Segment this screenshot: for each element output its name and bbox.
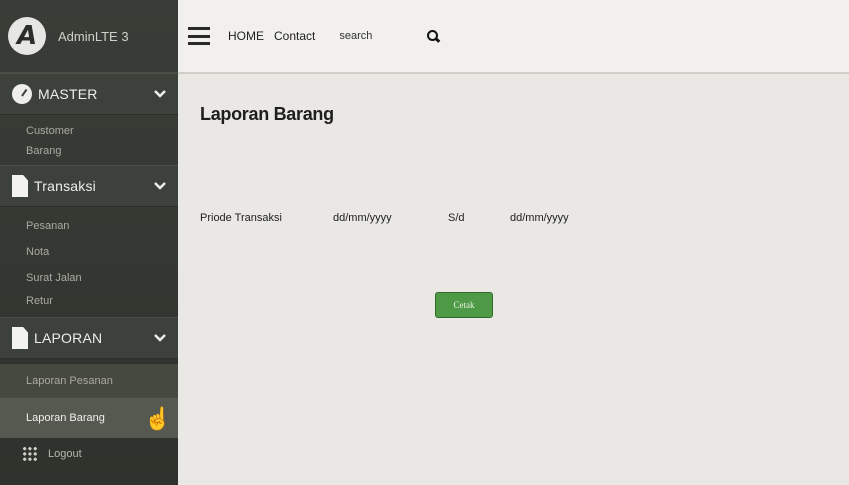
period-label: Priode Transaksi [200,212,282,224]
menu-toggle-icon[interactable] [188,27,210,45]
nav-link-home[interactable]: HOME [228,29,264,43]
search-input[interactable] [339,30,410,42]
dashboard-icon [12,84,32,104]
chevron-down-icon [154,182,166,190]
main-content: Laporan Barang Priode Transaksi dd/mm/yy… [178,74,849,485]
chevron-down-icon [154,90,166,98]
hand-cursor-icon: ☝ [144,406,172,431]
date-from-field[interactable]: dd/mm/yyyy [333,212,392,224]
sidebar-item-surat-jalan[interactable]: Surat Jalan [0,265,178,291]
brand[interactable]: A AdminLTE 3 [0,0,178,73]
page-title: Laporan Barang [200,104,334,124]
sidebar-item-label: Laporan Barang [26,412,105,424]
sidebar-item-pesanan[interactable]: Pesanan [0,213,178,239]
sidebar-section-label: Transaksi [34,178,96,194]
sidebar-section-label: MASTER [38,86,98,102]
document-icon [12,327,28,349]
sidebar-item-retur[interactable]: Retur [0,291,178,311]
sidebar-item-laporan-barang[interactable]: Laporan Barang ☝ [0,398,178,438]
range-separator: S/d [448,212,465,224]
sidebar-section-laporan[interactable]: LAPORAN [0,317,178,359]
search-icon[interactable] [427,30,439,42]
brand-name: AdminLTE 3 [58,28,129,44]
sidebar-item-label: Logout [48,448,82,460]
top-navbar: HOME Contact [178,0,849,74]
brand-logo: A [8,17,46,55]
nav-link-contact[interactable]: Contact [274,29,315,43]
print-button[interactable]: Cetak [435,292,493,318]
chevron-down-icon [154,334,166,342]
grid-icon [22,446,38,462]
sidebar-item-barang[interactable]: Barang [0,141,178,161]
sidebar-item-laporan-pesanan[interactable]: Laporan Pesanan [0,363,178,398]
sidebar-item-logout[interactable]: Logout [0,438,178,470]
document-icon [12,175,28,197]
sidebar-item-nota[interactable]: Nota [0,239,178,265]
sidebar-section-label: LAPORAN [34,330,103,346]
sidebar-section-transaksi[interactable]: Transaksi [0,165,178,207]
date-to-field[interactable]: dd/mm/yyyy [510,212,569,224]
sidebar: A AdminLTE 3 MASTER Customer Barang Tran… [0,0,178,485]
sidebar-section-master[interactable]: MASTER [0,73,178,115]
sidebar-item-customer[interactable]: Customer [0,121,178,141]
